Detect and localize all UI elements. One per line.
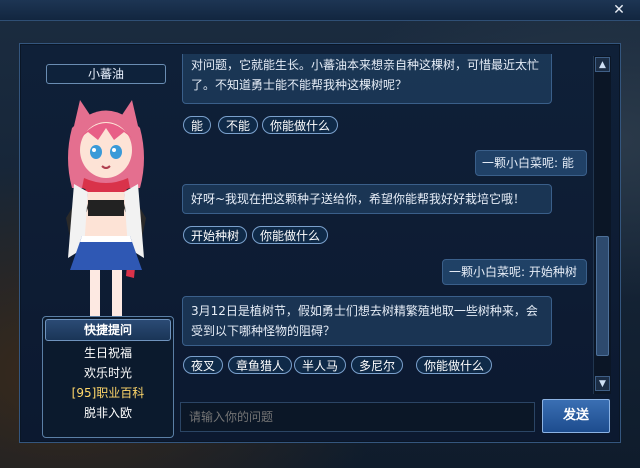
- npc-panel: 小蕃油 快捷提问 生日祝福 欢乐时光 [95]职业百科 脱非入欧: [30, 56, 180, 438]
- quick-questions-title: 快捷提问: [45, 319, 171, 341]
- option-yaksha[interactable]: 夜叉: [183, 356, 224, 374]
- quick-item-job-wiki[interactable]: [95]职业百科: [43, 383, 173, 403]
- scroll-thumb[interactable]: [596, 236, 609, 356]
- option-what-can-you-do[interactable]: 你能做什么: [416, 356, 493, 374]
- option-no[interactable]: 不能: [218, 116, 259, 134]
- option-centaur[interactable]: 半人马: [294, 356, 347, 374]
- player-reply: 一颗小白菜呢: 开始种树: [442, 259, 587, 285]
- quick-item-birthday[interactable]: 生日祝福: [43, 343, 173, 363]
- question-input[interactable]: [180, 402, 535, 432]
- option-octopus-hunter[interactable]: 章鱼猎人: [228, 356, 293, 374]
- chat-scrollbar[interactable]: ▲ ▼: [593, 56, 611, 394]
- npc-message: 对问题，它就能生长。小蕃油本来想亲自种这棵树，可惜最近太忙了。不知道勇士能不能帮…: [182, 54, 552, 104]
- option-start-planting[interactable]: 开始种树: [183, 226, 248, 244]
- option-yes[interactable]: 能: [183, 116, 212, 134]
- npc-message: 3月12日是植树节，假如勇士们想去树精繁殖地取一些树种来，会受到以下哪种怪物的阻…: [182, 296, 552, 346]
- scroll-up-button[interactable]: ▲: [595, 57, 610, 72]
- option-what-can-you-do[interactable]: 你能做什么: [262, 116, 339, 134]
- send-button[interactable]: 发送: [542, 399, 610, 433]
- npc-name: 小蕃油: [46, 64, 166, 84]
- scroll-down-button[interactable]: ▼: [595, 376, 610, 391]
- quick-item-happy-time[interactable]: 欢乐时光: [43, 363, 173, 383]
- option-what-can-you-do[interactable]: 你能做什么: [252, 226, 329, 244]
- close-button[interactable]: ✕: [612, 3, 626, 17]
- npc-message: 好呀~我现在把这颗种子送给你，希望你能帮我好好栽培它哦！: [182, 184, 552, 214]
- player-reply: 一颗小白菜呢: 能: [475, 150, 587, 176]
- npc-chat-window: 小蕃油 快捷提问 生日祝福 欢乐时光 [95]职业百科 脱非入欧 对问题，它就能…: [19, 43, 621, 443]
- chat-log: 对问题，它就能生长。小蕃油本来想亲自种这棵树，可惜最近太忙了。不知道勇士能不能帮…: [180, 54, 610, 394]
- quick-questions-panel: 快捷提问 生日祝福 欢乐时光 [95]职业百科 脱非入欧: [42, 316, 174, 438]
- quick-item-luck[interactable]: 脱非入欧: [43, 403, 173, 423]
- title-bar: ✕: [0, 0, 640, 21]
- option-donier[interactable]: 多尼尔: [351, 356, 404, 374]
